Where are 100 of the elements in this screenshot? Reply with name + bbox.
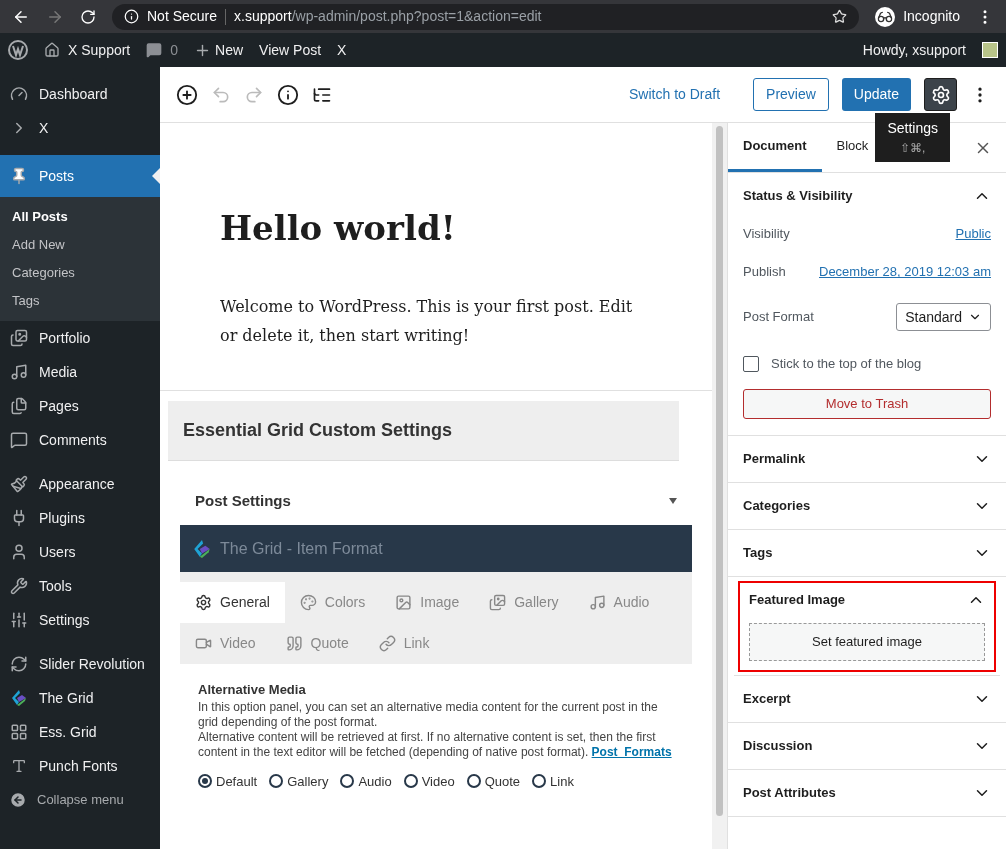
profile-chip[interactable]: Incognito [875, 6, 960, 27]
image-icon [395, 594, 413, 611]
switch-to-draft-button[interactable]: Switch to Draft [621, 84, 729, 105]
star-icon[interactable] [832, 9, 848, 24]
radio-button[interactable] [269, 774, 284, 789]
menu-item[interactable]: Punch Fonts [0, 749, 160, 783]
radio-option[interactable]: Link [532, 771, 574, 791]
x-link[interactable]: X [337, 39, 347, 61]
move-to-trash-button[interactable]: Move to Trash [743, 389, 991, 419]
radio-option[interactable]: Video [403, 771, 455, 791]
info-icon [124, 9, 139, 24]
panel-title[interactable]: Permalink [743, 449, 806, 469]
menu-item[interactable]: Ess. Grid [0, 715, 160, 749]
menu-item[interactable]: X [0, 111, 160, 145]
dropdown-triangle-icon[interactable] [669, 498, 677, 504]
format-tab[interactable]: General [180, 582, 285, 623]
settings-button[interactable] [924, 78, 957, 111]
publish-label: Publish [743, 263, 786, 282]
radio-button[interactable] [466, 774, 481, 789]
home-icon [44, 42, 60, 58]
post-formats-link[interactable]: Post_Formats [591, 744, 672, 759]
pushpin-icon [10, 167, 28, 185]
info-icon[interactable] [277, 83, 299, 106]
panel-title[interactable]: Categories [743, 496, 811, 516]
settings-icon [930, 84, 951, 105]
incognito-icon [875, 6, 896, 27]
gallery-icon [489, 594, 507, 611]
radio-option[interactable]: Gallery [269, 771, 329, 791]
account-link[interactable]: Howdy, xsupport [862, 39, 966, 61]
palette-icon [299, 594, 317, 611]
menu-item[interactable]: Slider Revolution [0, 647, 160, 681]
avatar [982, 42, 998, 58]
user-icon [10, 543, 28, 561]
publish-date-link[interactable]: December 28, 2019 12:03 am [819, 262, 991, 282]
post-format-label: Post Format [743, 308, 814, 327]
menu-item[interactable]: Media [0, 355, 160, 389]
panel-title[interactable]: Featured Image [749, 590, 846, 610]
comment-icon [10, 431, 28, 449]
radio-button[interactable] [403, 774, 418, 789]
sidebar-tab[interactable]: Block [821, 123, 884, 172]
quote-icon [285, 635, 303, 652]
sliders-icon [10, 611, 28, 629]
collapse-icon [9, 791, 27, 809]
submenu-item[interactable]: Categories [0, 259, 160, 287]
menu-item[interactable]: Dashboard [0, 77, 160, 111]
menu-item[interactable]: Tools [0, 569, 160, 603]
menu-item[interactable]: Settings [0, 603, 160, 637]
comments-link[interactable]: 0 [146, 39, 179, 61]
visibility-link[interactable]: Public [955, 224, 991, 244]
new-link[interactable]: New [194, 39, 244, 61]
site-link[interactable]: X Support [44, 39, 131, 61]
menu-item[interactable]: Portfolio [0, 321, 160, 355]
gear-icon [195, 594, 212, 611]
wrench-icon [10, 577, 28, 595]
menu-item[interactable]: Appearance [0, 467, 160, 501]
menu-item[interactable]: Plugins [0, 501, 160, 535]
reload-icon[interactable] [80, 8, 96, 25]
panel-title[interactable]: Excerpt [743, 689, 791, 709]
logo-icon [192, 538, 212, 559]
menu-item[interactable]: The Grid [0, 681, 160, 715]
add-block-icon[interactable] [176, 83, 198, 106]
preview-button[interactable]: Preview [753, 78, 829, 111]
radio-button[interactable] [532, 774, 547, 789]
panel-title[interactable]: Discussion [743, 736, 813, 756]
pages-icon [10, 397, 28, 415]
security-label: Not Secure [147, 7, 218, 26]
address-bar[interactable]: Not Secure x.support/wp-admin/post.php?post=1&action=edit [112, 3, 860, 30]
grid-header-title: The Grid - Item Format [220, 538, 383, 559]
radio-button[interactable] [340, 774, 355, 789]
wordpress-logo-icon[interactable] [8, 40, 28, 60]
menu-item[interactable]: Posts [0, 155, 160, 197]
radio-button[interactable] [198, 774, 212, 789]
collapse-menu-button[interactable]: Collapse menu [0, 783, 160, 817]
sidebar-tab[interactable]: Document [728, 123, 822, 172]
images-icon [10, 329, 28, 347]
visibility-label: Visibility [743, 225, 790, 244]
panel-title[interactable]: Tags [743, 543, 773, 563]
update-button[interactable]: Update [841, 78, 911, 111]
submenu-item[interactable]: Tags [0, 287, 160, 315]
checkbox[interactable] [743, 356, 759, 372]
post-paragraph[interactable]: Welcome to WordPress. This is your first post. Edit or delete it, then start writing! [220, 292, 640, 350]
description-text: Alternative content will be retrieved at first. If no alternative content is set, then the first content in the text editor will be fetched (depending of native post format). Post_Formats [198, 729, 673, 760]
post-format-select[interactable]: Standard [896, 303, 991, 331]
link-icon [378, 635, 396, 652]
scrollbar[interactable] [712, 123, 727, 849]
grid-icon [10, 723, 28, 741]
set-featured-image-button[interactable]: Set featured image [749, 623, 985, 661]
radio-option[interactable]: Audio [340, 771, 392, 791]
panel-title[interactable]: Post Attributes [743, 783, 836, 803]
submenu-item[interactable]: Add New [0, 231, 160, 259]
menu-item[interactable]: Users [0, 535, 160, 569]
view-post-link[interactable]: View Post [259, 39, 322, 61]
menu-item[interactable]: Pages [0, 389, 160, 423]
radio-option[interactable]: Quote [466, 771, 521, 791]
panel-title[interactable]: Status & Visibility [743, 186, 853, 206]
tooltip-title: Settings [887, 119, 938, 138]
post-title[interactable]: Hello world! [220, 203, 652, 254]
menu-item[interactable]: Comments [0, 423, 160, 457]
submenu-item[interactable]: All Posts [0, 203, 160, 231]
radio-option[interactable]: Default [198, 771, 258, 791]
